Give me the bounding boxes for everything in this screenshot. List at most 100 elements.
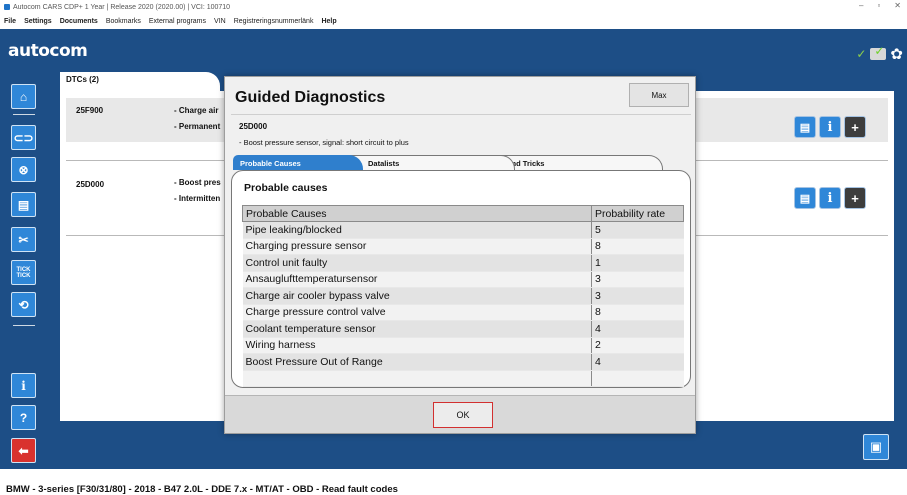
connector-button[interactable]: ⊂⊃ [11,125,36,150]
dtc-description: - Charge air [174,106,219,115]
dialog-divider [231,114,691,115]
expand-button[interactable]: + [844,116,866,138]
menu-external-programs[interactable]: External programs [149,18,206,25]
info-icon: i [827,190,833,206]
tab-datalists[interactable]: Datalists [345,155,515,170]
dtc-code: 25D000 [76,180,105,189]
settings-gear-icon[interactable]: ✿ [890,45,903,63]
sync-button[interactable]: ⟲ [11,292,36,317]
help-icon: ? [19,410,28,425]
dialog-title: Guided Diagnostics [235,89,386,106]
rate-cell: 4 [591,353,684,371]
column-header-probability: Probability rate [591,205,684,222]
clear-connector-button[interactable]: ⊗ [11,157,36,182]
cause-cell: Control unit faulty [242,254,592,272]
save-icon: ▣ [869,439,883,454]
table-row[interactable]: Ansauglufttemperatursensor 3 [242,271,684,288]
row-actions: ▤ i + [794,187,866,209]
maximize-button[interactable]: ▫ [877,1,880,10]
window-titlebar: Autocom CARS CDP+ 1 Year | Release 2020 … [0,0,907,14]
info-button[interactable]: i [819,116,841,138]
table-row[interactable]: Coolant temperature sensor 4 [242,320,684,338]
app-icon [4,4,10,10]
fault-description: - Boost pressure sensor, signal: short c… [239,138,409,147]
dialog-tabs: Tips and Tricks Datalists Probable Cause… [233,155,689,171]
dtc-description: - Boost pres [174,178,221,187]
probable-causes-panel: Probable causes Probable Causes Probabil… [231,170,691,388]
report-icon: ▤ [799,121,811,134]
crossed-connector-icon: ⊗ [18,162,29,177]
row-actions: ▤ i + [794,116,866,138]
fault-code: 25D000 [239,122,268,131]
menu-file[interactable]: File [4,18,16,25]
column-header-cause: Probable Causes [242,205,592,222]
cause-cell: Wiring harness [242,337,592,354]
probable-causes-table: Probable Causes Probability rate Pipe le… [242,205,684,387]
rate-cell: 8 [591,238,684,255]
recycle-icon: ⟲ [18,297,29,312]
status-bar: BMW - 3-series [F30/31/80] - 2018 - B47 … [0,478,907,495]
maximize-dialog-button[interactable]: Max [629,83,689,107]
connector-icon: ⊂⊃ [13,130,34,145]
menu-registration-link[interactable]: Registreringsnummerlänk [234,18,314,25]
dtc-status: - Intermitten [174,194,221,203]
rate-cell: 3 [591,287,684,305]
rate-cell: 3 [591,271,684,288]
tick-tick-icon: TICK TICK [16,266,31,279]
menu-bookmarks[interactable]: Bookmarks [106,18,141,25]
folder-check-icon[interactable] [870,44,887,60]
dtc-tab[interactable]: DTCs (2) [60,72,220,92]
home-button[interactable]: ⌂ [11,84,36,109]
expand-button[interactable]: + [844,187,866,209]
cause-cell: Charging pressure sensor [242,238,592,255]
rate-cell: 8 [591,304,684,321]
save-report-button[interactable]: ▣ [863,434,889,460]
plus-icon: + [851,190,859,206]
header-status-icons: ✓ ✿ [856,44,903,63]
menu-help[interactable]: Help [321,18,336,25]
table-row[interactable]: Wiring harness 2 [242,337,684,354]
guided-diagnostics-dialog: Guided Diagnostics Max 25D000 - Boost pr… [224,76,696,434]
menu-vin[interactable]: VIN [214,18,226,25]
table-row[interactable]: Charge air cooler bypass valve 3 [242,287,684,305]
rate-cell: 5 [591,221,684,239]
close-button[interactable]: ✕ [894,1,901,10]
dtc-status: - Permanent [174,122,221,131]
window-controls: – ▫ ✕ [859,1,901,10]
rate-cell: 2 [591,337,684,354]
report-button[interactable]: ▤ [11,192,36,217]
ok-button[interactable]: OK [433,402,493,428]
info-icon: i [21,378,26,393]
tools-icon: ✂ [18,232,29,247]
table-row[interactable]: Charging pressure sensor 8 [242,238,684,255]
cause-cell: Boost Pressure Out of Range [242,353,592,371]
autocom-logo: autocom [8,41,88,61]
cause-cell: Coolant temperature sensor [242,320,592,338]
dialog-footer: OK [225,395,695,433]
rate-cell: 4 [591,320,684,338]
info-button[interactable]: i [819,187,841,209]
table-row[interactable]: Charge pressure control valve 8 [242,304,684,321]
menu-documents[interactable]: Documents [60,18,98,25]
help-button[interactable]: ? [11,405,36,430]
toolbar-divider [13,114,35,115]
table-row[interactable]: Boost Pressure Out of Range 4 [242,353,684,371]
dtc-code: 25F900 [76,106,104,115]
menu-settings[interactable]: Settings [24,18,52,25]
plus-icon: + [851,119,859,135]
table-row[interactable]: Control unit faulty 1 [242,254,684,272]
table-row[interactable]: Pipe leaking/blocked 5 [242,221,684,239]
tools-button[interactable]: ✂ [11,227,36,252]
back-arrow-icon: ⬅ [18,443,29,458]
report-button[interactable]: ▤ [794,116,816,138]
info-button[interactable]: i [11,373,36,398]
back-button[interactable]: ⬅ [11,438,36,463]
tab-probable-causes[interactable]: Probable Causes [233,155,363,170]
section-heading: Probable causes [244,182,328,194]
minimize-button[interactable]: – [859,1,863,10]
cause-cell: Charge pressure control valve [242,304,592,321]
report-button[interactable]: ▤ [794,187,816,209]
tick-tick-button[interactable]: TICK TICK [11,260,36,285]
rate-cell: 1 [591,254,684,272]
app-header: autocom [0,29,907,69]
